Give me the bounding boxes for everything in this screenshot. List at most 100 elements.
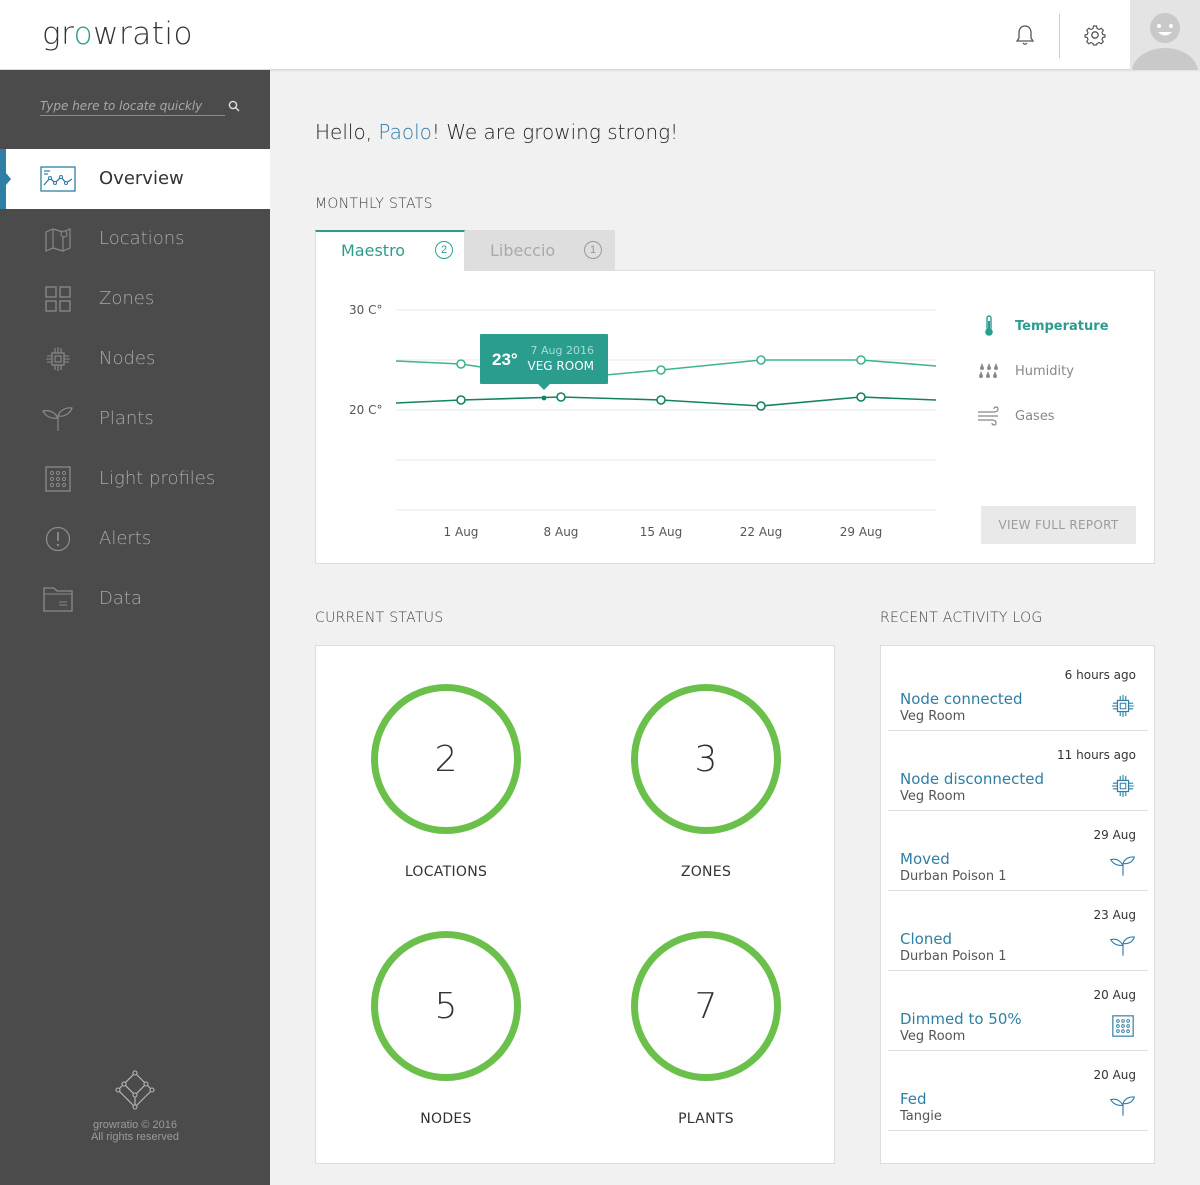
tab-label: Maestro <box>341 241 406 260</box>
rights-text: All rights reserved <box>90 1131 180 1143</box>
legend-label: Temperature <box>1015 318 1109 334</box>
series-line <box>395 396 937 407</box>
sidebar-item-label: Light profiles <box>99 468 216 489</box>
x-tick-label: 22 Aug <box>740 525 783 539</box>
x-tick-label: 1 Aug <box>444 525 479 539</box>
activity-title: Node connected <box>900 690 1023 708</box>
top-header: growratio <box>0 0 1200 70</box>
current-status-title: CURRENT STATUS <box>315 610 444 626</box>
activity-time: 6 hours ago <box>1064 668 1136 682</box>
activity-item[interactable]: 6 hours ago Node connected Veg Room <box>888 651 1148 731</box>
sidebar-item-zones[interactable]: Zones <box>0 269 270 329</box>
sidebar-item-label: Zones <box>99 288 155 309</box>
sidebar-item-label: Data <box>99 588 142 609</box>
data-point <box>656 365 666 375</box>
sidebar-item-light-profiles[interactable]: Light profiles <box>0 449 270 509</box>
status-nodes[interactable]: 5 NODES <box>366 931 526 1127</box>
grid-icon <box>40 285 76 313</box>
activity-time: 23 Aug <box>1093 908 1136 922</box>
status-label: ZONES <box>680 864 732 880</box>
chart-icon <box>40 165 76 193</box>
search-input[interactable] <box>40 98 225 116</box>
activity-time: 20 Aug <box>1093 988 1136 1002</box>
gear-icon[interactable] <box>1080 20 1110 50</box>
plant-icon <box>1110 1093 1136 1119</box>
sidebar-item-label: Locations <box>99 228 185 249</box>
data-point <box>856 392 866 402</box>
tooltip-location: VEG ROOM <box>528 359 595 373</box>
activity-subtitle: Veg Room <box>900 789 966 804</box>
tooltip-pointer <box>538 384 550 390</box>
activity-time: 20 Aug <box>1093 1068 1136 1082</box>
header-divider <box>1059 14 1060 58</box>
activity-item[interactable]: 20 Aug Fed Tangie <box>888 1051 1148 1131</box>
tooltip-date: 7 Aug 2016 <box>531 344 594 357</box>
sidebar-item-alerts[interactable]: Alerts <box>0 509 270 569</box>
greeting: Hello, Paolo! We are growing strong! <box>315 120 679 144</box>
data-point <box>756 401 766 411</box>
activity-log-card: 6 hours ago Node connected Veg Room 11 h… <box>880 645 1155 1164</box>
legend-humidity[interactable]: Humidity <box>976 360 1074 382</box>
y-tick-label: 20 C° <box>349 403 382 417</box>
activity-subtitle: Tangie <box>900 1109 942 1124</box>
status-ring: 5 <box>371 931 521 1081</box>
search-box <box>40 97 240 117</box>
alert-icon <box>40 525 76 553</box>
status-value: 3 <box>694 738 718 780</box>
sidebar-item-overview[interactable]: Overview <box>0 149 270 209</box>
x-tick-label: 15 Aug <box>640 525 683 539</box>
legend-gases[interactable]: Gases <box>976 405 1055 427</box>
activity-subtitle: Durban Poison 1 <box>900 949 1007 964</box>
activity-title: Cloned <box>900 930 953 948</box>
user-avatar[interactable] <box>1130 0 1200 70</box>
legend-temperature[interactable]: Temperature <box>976 315 1109 337</box>
tab-libeccio[interactable]: Libeccio 1 <box>465 230 615 270</box>
data-point <box>756 355 766 365</box>
y-tick-label: 30 C° <box>349 303 382 317</box>
activity-title: Moved <box>900 850 950 868</box>
growratio-mark-icon <box>0 1070 270 1113</box>
activity-time: 11 hours ago <box>1057 748 1136 762</box>
activity-item[interactable]: 20 Aug Dimmed to 50% Veg Room <box>888 971 1148 1051</box>
wind-icon <box>976 405 1002 427</box>
status-zones[interactable]: 3 ZONES <box>626 684 786 880</box>
activity-item[interactable]: 23 Aug Cloned Durban Poison 1 <box>888 891 1148 971</box>
plant-icon <box>40 405 76 433</box>
plant-icon <box>1110 853 1136 879</box>
activity-item[interactable]: 29 Aug Moved Durban Poison 1 <box>888 811 1148 891</box>
chip-icon <box>40 345 76 373</box>
sidebar-item-nodes[interactable]: Nodes <box>0 329 270 389</box>
tab-count-badge: 2 <box>435 241 453 259</box>
data-point <box>456 395 466 405</box>
bell-icon[interactable] <box>1010 20 1040 50</box>
sidebar-item-plants[interactable]: Plants <box>0 389 270 449</box>
view-full-report-button[interactable]: VIEW FULL REPORT <box>981 506 1136 544</box>
sidebar-item-label: Alerts <box>99 528 152 549</box>
activity-subtitle: Veg Room <box>900 709 966 724</box>
activity-item[interactable]: 11 hours ago Node disconnected Veg Room <box>888 731 1148 811</box>
activity-log-title: RECENT ACTIVITY LOG <box>880 610 1043 626</box>
data-point <box>856 355 866 365</box>
status-label: LOCATIONS <box>404 864 488 880</box>
legend-label: Humidity <box>1015 363 1074 379</box>
user-name[interactable]: Paolo <box>378 120 431 144</box>
status-plants[interactable]: 7 PLANTS <box>626 931 786 1127</box>
copyright-text: growratio © 2016 <box>93 1119 177 1131</box>
search-icon[interactable] <box>228 99 240 117</box>
status-locations[interactable]: 2 LOCATIONS <box>366 684 526 880</box>
activity-subtitle: Veg Room <box>900 1029 966 1044</box>
sidebar-item-label: Plants <box>99 408 154 429</box>
x-tick-label: 29 Aug <box>840 525 883 539</box>
status-value: 7 <box>694 985 718 1027</box>
tab-label: Libeccio <box>490 241 556 260</box>
activity-title: Node disconnected <box>900 770 1044 788</box>
data-point <box>556 392 566 402</box>
sidebar-item-locations[interactable]: Locations <box>0 209 270 269</box>
growratio-logo[interactable]: growratio <box>42 16 193 52</box>
tab-maestro[interactable]: Maestro 2 <box>315 230 465 271</box>
thermometer-icon <box>976 315 1002 337</box>
sidebar-item-data[interactable]: Data <box>0 569 270 629</box>
x-tick-label: 8 Aug <box>544 525 579 539</box>
light-panel-icon <box>40 465 76 493</box>
sidebar-nav: Overview Locations Zones Nodes Plants Li… <box>0 149 270 629</box>
